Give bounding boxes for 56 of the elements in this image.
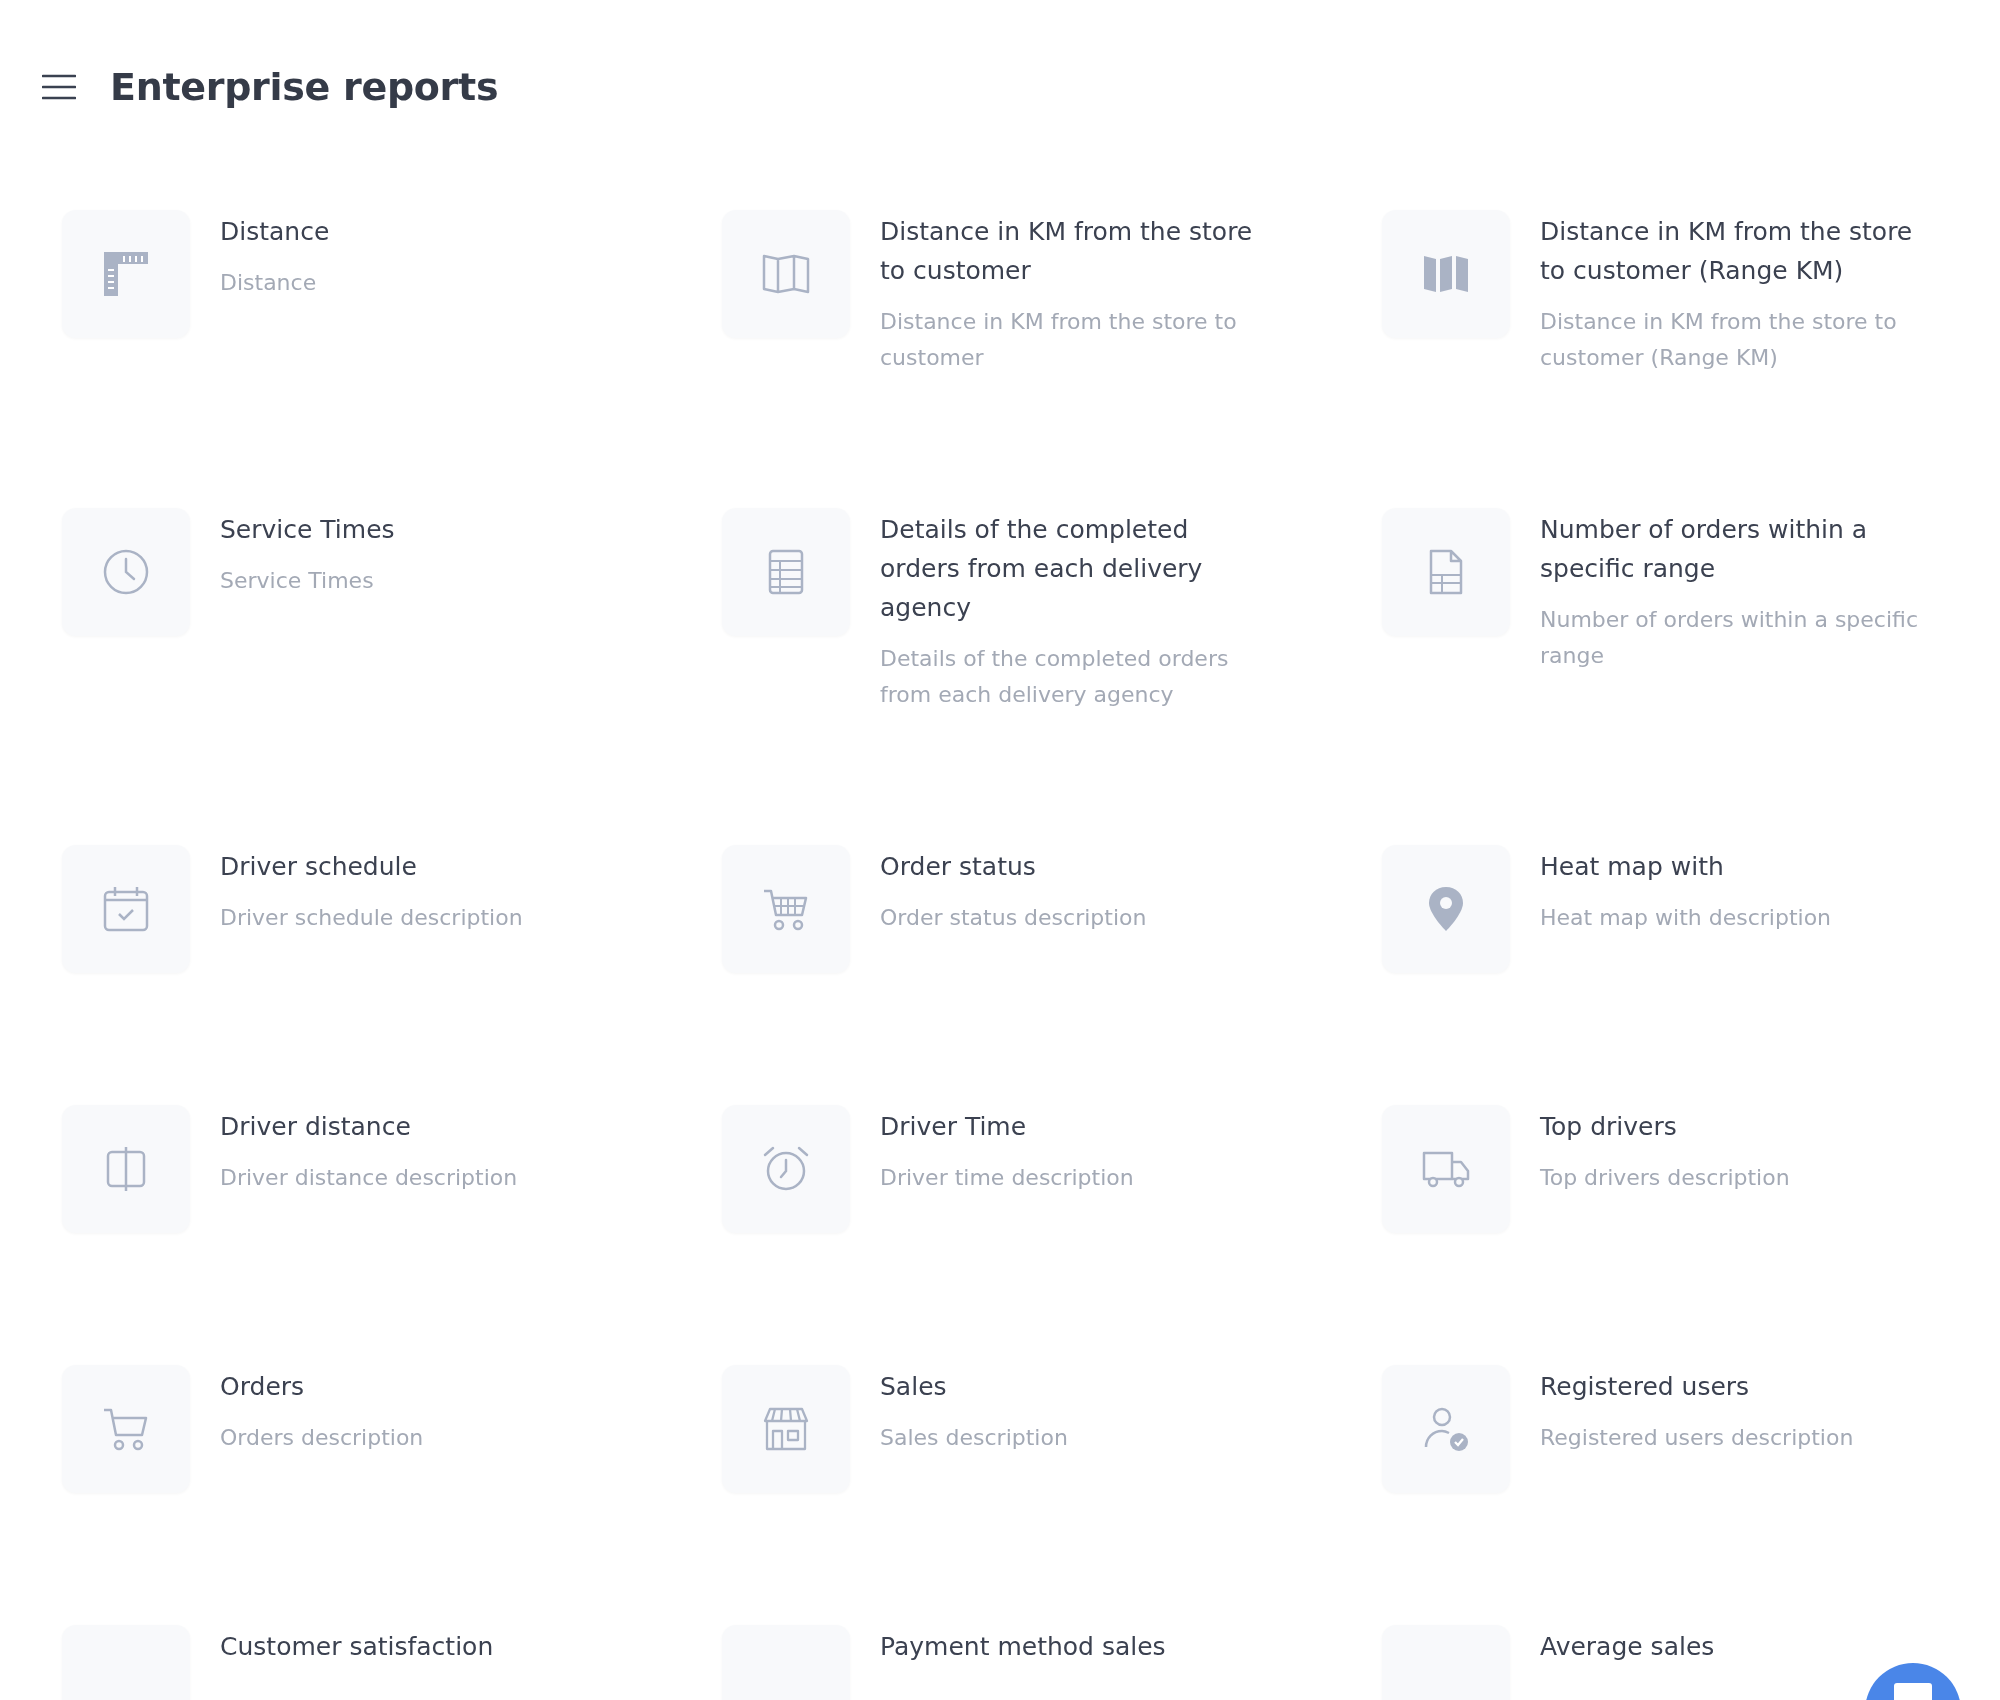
menu-icon[interactable] [42, 73, 76, 101]
report-title[interactable]: Sales [880, 1367, 947, 1406]
ruler-icon [102, 250, 150, 298]
report-title[interactable]: Service Times [220, 510, 395, 549]
icon-tile[interactable] [62, 508, 190, 636]
icon-tile[interactable] [1382, 508, 1510, 636]
report-title[interactable]: Distance [220, 212, 330, 251]
icon-tile[interactable] [62, 1105, 190, 1233]
report-title[interactable]: Order status [880, 847, 1036, 886]
report-description: Service Times [220, 567, 374, 595]
icon-tile[interactable] [62, 845, 190, 973]
report-title[interactable]: Details of the completed orders from each delivery agency [880, 510, 1260, 627]
icon-tile[interactable] [1382, 210, 1510, 338]
report-description: Driver time description [880, 1164, 1134, 1192]
report-title[interactable]: Number of orders within a specific range [1540, 510, 1920, 588]
icon-tile[interactable] [722, 845, 850, 973]
icon-tile[interactable] [722, 1365, 850, 1493]
report-title[interactable]: Average sales [1540, 1627, 1715, 1666]
report-description: Heat map with description [1540, 904, 1832, 932]
report-description: Distance [220, 269, 317, 297]
store-icon [762, 1405, 810, 1453]
report-description: Registered users description [1540, 1424, 1854, 1452]
alarm-clock-icon [762, 1145, 810, 1193]
report-title[interactable]: Distance in KM from the store to customer (Range KM) [1540, 212, 1920, 290]
report-title[interactable]: Driver Time [880, 1107, 1027, 1146]
report-description: Driver distance description [220, 1164, 518, 1192]
report-title[interactable]: Orders [220, 1367, 305, 1406]
icon-tile[interactable] [1382, 845, 1510, 973]
report-title[interactable]: Payment method sales [880, 1627, 1166, 1666]
report-title[interactable]: Heat map with [1540, 847, 1724, 886]
report-title[interactable]: Driver distance [220, 1107, 411, 1146]
report-description: Number of orders within a specific range [1540, 606, 1919, 670]
clock-icon [102, 548, 150, 596]
report-description: Details of the completed orders from each delivery agency [880, 645, 1230, 709]
report-title[interactable]: Top drivers [1540, 1107, 1677, 1146]
icon-tile[interactable] [1382, 1105, 1510, 1233]
report-description: Distance in KM from the store to customer [880, 308, 1238, 372]
user-check-icon [1422, 1405, 1470, 1453]
icon-tile[interactable] [62, 210, 190, 338]
report-description: Sales description [880, 1424, 1068, 1452]
report-title[interactable]: Customer satisfaction [220, 1627, 494, 1666]
icon-tile[interactable] [722, 1105, 850, 1233]
report-description: Orders description [220, 1424, 424, 1452]
icon-tile[interactable] [62, 1365, 190, 1493]
calendar-icon [102, 885, 150, 933]
report-description: Driver schedule description [220, 904, 523, 932]
icon-tile[interactable] [1382, 1365, 1510, 1493]
report-title[interactable]: Distance in KM from the store to customer [880, 212, 1260, 290]
report-description: Distance in KM from the store to customer (Range KM) [1540, 308, 1898, 372]
icon-tile[interactable] [722, 210, 850, 338]
report-description: Order status description [880, 904, 1147, 932]
report-description: Top drivers description [1540, 1164, 1790, 1192]
icon-tile[interactable] [722, 508, 850, 636]
report-title[interactable]: Driver schedule [220, 847, 417, 886]
page-title: Enterprise reports [110, 65, 499, 109]
report-title[interactable]: Registered users [1540, 1367, 1750, 1406]
